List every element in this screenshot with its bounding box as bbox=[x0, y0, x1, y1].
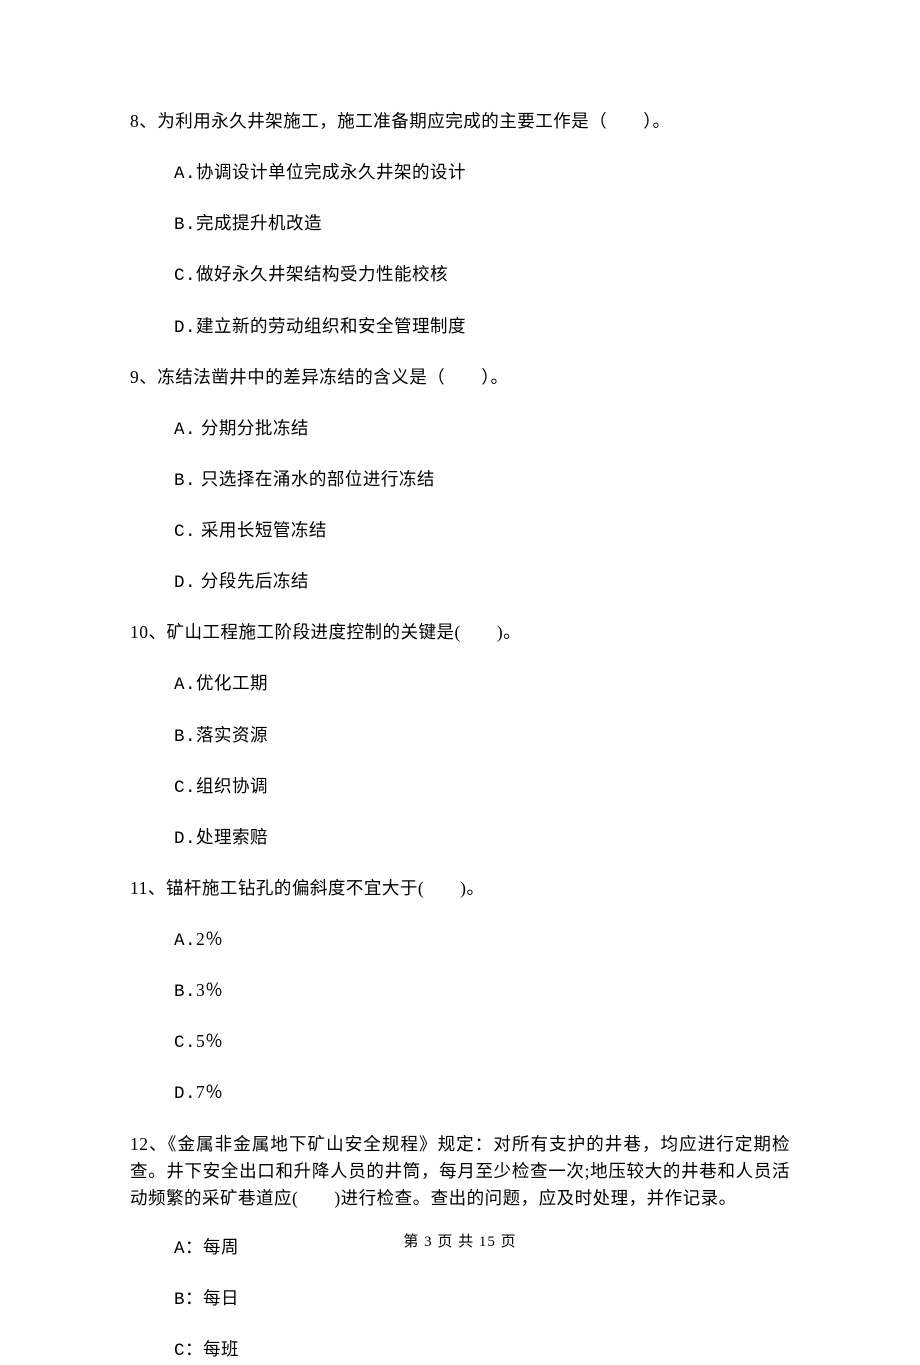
question-number: 10、 bbox=[130, 622, 167, 642]
option-text: 每日 bbox=[203, 1288, 239, 1308]
page-footer: 第 3 页 共 15 页 bbox=[0, 1231, 920, 1254]
option: D.处理索赔 bbox=[130, 824, 790, 853]
option-label: C. bbox=[174, 1033, 196, 1053]
option-label: A. bbox=[174, 164, 196, 184]
option: B.完成提升机改造 bbox=[130, 210, 790, 239]
option: A.协调设计单位完成永久井架的设计 bbox=[130, 159, 790, 188]
question-text: 锚杆施工钻孔的偏斜度不宜大于( )。 bbox=[166, 878, 485, 898]
option-text: 完成提升机改造 bbox=[196, 213, 322, 233]
option-text: 优化工期 bbox=[196, 673, 268, 693]
option-label: C. bbox=[174, 778, 196, 798]
option-text: 分期分批冻结 bbox=[196, 418, 309, 438]
option-text: 采用长短管冻结 bbox=[196, 520, 327, 540]
option: B. 只选择在涌水的部位进行冻结 bbox=[130, 466, 790, 495]
question-stem: 10、矿山工程施工阶段进度控制的关键是( )。 bbox=[130, 619, 790, 646]
option-text: 只选择在涌水的部位进行冻结 bbox=[196, 469, 435, 489]
option-text: 5％ bbox=[196, 1031, 223, 1051]
option: C.做好永久井架结构受力性能校核 bbox=[130, 261, 790, 290]
option-label: C. bbox=[174, 266, 196, 286]
option: C.组织协调 bbox=[130, 773, 790, 802]
option-text: 组织协调 bbox=[196, 776, 268, 796]
question-number: 8、 bbox=[130, 111, 157, 131]
option-text: 每班 bbox=[203, 1339, 239, 1359]
option: C.5％ bbox=[130, 1028, 790, 1057]
option: D.建立新的劳动组织和安全管理制度 bbox=[130, 313, 790, 342]
question-number: 9、 bbox=[130, 367, 157, 387]
option-label: B. bbox=[174, 982, 196, 1002]
question-number: 11、 bbox=[130, 878, 166, 898]
option-label: B： bbox=[174, 1290, 203, 1310]
option: A. 分期分批冻结 bbox=[130, 415, 790, 444]
question-options: A. 分期分批冻结 B. 只选择在涌水的部位进行冻结 C. 采用长短管冻结 D.… bbox=[130, 415, 790, 598]
question-options: A.协调设计单位完成永久井架的设计 B.完成提升机改造 C.做好永久井架结构受力… bbox=[130, 159, 790, 342]
option-label: C： bbox=[174, 1341, 203, 1361]
option: B：每日 bbox=[130, 1285, 790, 1314]
option: D.7％ bbox=[130, 1079, 790, 1108]
question-stem: 12、《金属非金属地下矿山安全规程》规定：对所有支护的井巷，均应进行定期检查。井… bbox=[130, 1131, 790, 1212]
option-label: D. bbox=[174, 1084, 196, 1104]
question-stem: 11、锚杆施工钻孔的偏斜度不宜大于( )。 bbox=[130, 875, 790, 902]
question-text: 为利用永久井架施工，施工准备期应完成的主要工作是（ ）。 bbox=[157, 111, 670, 131]
option: D. 分段先后冻结 bbox=[130, 568, 790, 597]
option-label: D. bbox=[174, 318, 196, 338]
option: C. 采用长短管冻结 bbox=[130, 517, 790, 546]
option-text: 落实资源 bbox=[196, 725, 268, 745]
option-label: A. bbox=[174, 931, 196, 951]
option-label: B. bbox=[174, 727, 196, 747]
question-options: A.优化工期 B.落实资源 C.组织协调 D.处理索赔 bbox=[130, 670, 790, 853]
option: B.3％ bbox=[130, 977, 790, 1006]
option-label: C. bbox=[174, 522, 196, 542]
question-text: 冻结法凿井中的差异冻结的含义是（ ）。 bbox=[157, 367, 508, 387]
question-stem: 8、为利用永久井架施工，施工准备期应完成的主要工作是（ ）。 bbox=[130, 108, 790, 135]
question-number: 12、 bbox=[130, 1134, 168, 1154]
option: A.优化工期 bbox=[130, 670, 790, 699]
question-stem: 9、冻结法凿井中的差异冻结的含义是（ ）。 bbox=[130, 364, 790, 391]
document-page: 8、为利用永久井架施工，施工准备期应完成的主要工作是（ ）。 A.协调设计单位完… bbox=[0, 0, 920, 1302]
question-text: 矿山工程施工阶段进度控制的关键是( )。 bbox=[167, 622, 522, 642]
option: A.2％ bbox=[130, 926, 790, 955]
option-text: 建立新的劳动组织和安全管理制度 bbox=[196, 316, 466, 336]
option-text: 分段先后冻结 bbox=[196, 571, 309, 591]
question-options: A.2％ B.3％ C.5％ D.7％ bbox=[130, 926, 790, 1109]
option-text: 3％ bbox=[196, 980, 223, 1000]
option: C：每班 bbox=[130, 1336, 790, 1365]
option-label: D. bbox=[174, 573, 196, 593]
option-label: B. bbox=[174, 215, 196, 235]
option-text: 处理索赔 bbox=[196, 827, 268, 847]
option-label: D. bbox=[174, 829, 196, 849]
option-label: B. bbox=[174, 471, 196, 491]
option-text: 2％ bbox=[196, 929, 223, 949]
option-label: A. bbox=[174, 675, 196, 695]
option-text: 做好永久井架结构受力性能校核 bbox=[196, 264, 448, 284]
option: B.落实资源 bbox=[130, 722, 790, 751]
question-text: 《金属非金属地下矿山安全规程》规定：对所有支护的井巷，均应进行定期检查。井下安全… bbox=[130, 1134, 790, 1208]
option-text: 7％ bbox=[196, 1082, 223, 1102]
option-label: A. bbox=[174, 420, 196, 440]
option-text: 协调设计单位完成永久井架的设计 bbox=[196, 162, 466, 182]
